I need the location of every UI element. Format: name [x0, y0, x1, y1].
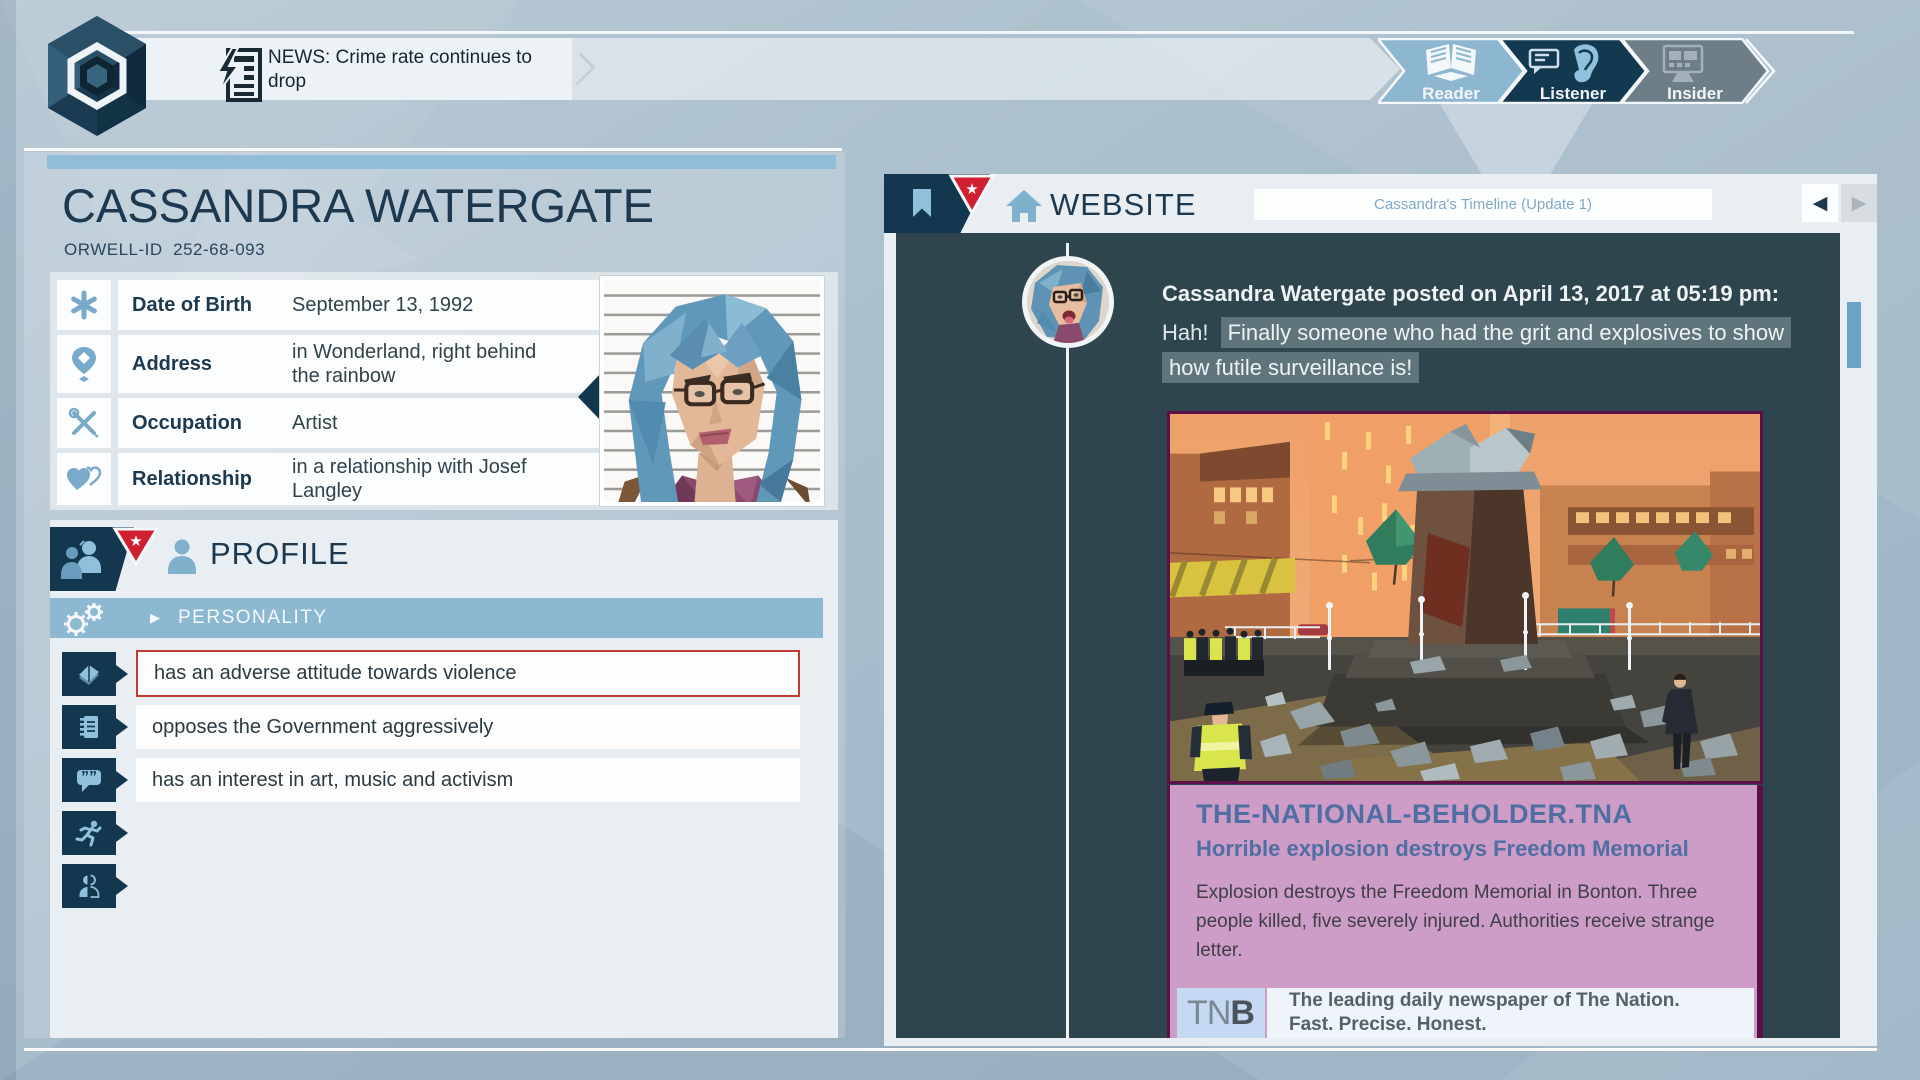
- brand-logo-box: TNB: [1177, 988, 1265, 1038]
- scrollbar-thumb[interactable]: [1847, 302, 1861, 368]
- trait-1-chip[interactable]: has an adverse attitude towards violence: [136, 650, 800, 697]
- svg-text:★: ★: [129, 533, 142, 550]
- gears-icon: [60, 600, 108, 638]
- notebook-icon: [74, 712, 104, 742]
- collapse-arrow-icon: ▶: [150, 610, 160, 626]
- runner-icon: [74, 818, 104, 848]
- brand-logo-bold: B: [1230, 994, 1255, 1033]
- post-highlight-datachunk-2[interactable]: how futile surveillance is!: [1162, 352, 1419, 383]
- book-icon: [74, 659, 104, 689]
- speech-quote-icon: ””: [74, 765, 104, 795]
- relationship-value[interactable]: in a relationship with Josef Langley: [292, 455, 557, 503]
- svg-text:””: ””: [81, 769, 97, 786]
- tab-reader[interactable]: Reader: [1391, 84, 1511, 104]
- top-line: [118, 31, 1854, 34]
- subject-id-label: ORWELL-ID: [64, 240, 163, 259]
- subject-id: ORWELL-ID 252-68-093: [64, 240, 265, 260]
- website-new-badge: ★: [948, 174, 996, 216]
- relationship-row: Relationship in a relationship with Jose…: [118, 453, 646, 505]
- occupation-value[interactable]: Artist: [292, 411, 557, 435]
- address-value[interactable]: in Wonderland, right behind the rainbow: [292, 340, 557, 388]
- trait-slot-runner-tab: [62, 811, 116, 855]
- dob-value[interactable]: September 13, 1992: [292, 293, 582, 317]
- news-ticker-text[interactable]: NEWS: Crime rate continues to drop: [268, 44, 568, 96]
- page-title: Cassandra's Timeline (Update 1): [1374, 196, 1592, 213]
- people-icon: [58, 539, 108, 581]
- tools-icon: [68, 407, 100, 439]
- trait-1-tab: [62, 652, 116, 696]
- svg-text:★: ★: [965, 181, 978, 198]
- trait-3-chip[interactable]: has an interest in art, music and activi…: [136, 758, 800, 802]
- home-icon[interactable]: [1005, 189, 1043, 223]
- identity-split-icon: [74, 871, 104, 901]
- panel-accent-bar: [47, 155, 836, 169]
- card-pointer-icon: [578, 372, 602, 422]
- article-card: THE-NATIONAL-BEHOLDER.TNA Horrible explo…: [1167, 785, 1763, 1038]
- page-title-box[interactable]: Cassandra's Timeline (Update 1): [1254, 189, 1712, 220]
- top-bar: NEWS: Crime rate continues to drop: [0, 0, 1920, 150]
- hearts-icon: [66, 465, 102, 493]
- brand-tagline-box: The leading daily newspaper of The Natio…: [1267, 988, 1754, 1038]
- article-brand-footer: TNB The leading daily newspaper of The N…: [1177, 988, 1757, 1038]
- avatar: [1022, 256, 1114, 348]
- brand-logo-thin: TN: [1187, 994, 1230, 1033]
- profile-new-badge: ★: [112, 527, 160, 567]
- subject-name: CASSANDRA WATERGATE: [62, 178, 654, 233]
- subject-portrait: [600, 276, 824, 506]
- relationship-icon-cell: [57, 453, 111, 505]
- subject-panel: CASSANDRA WATERGATE ORWELL-ID 252-68-093…: [0, 140, 860, 1070]
- brand-tagline-1: The leading daily newspaper of The Natio…: [1289, 989, 1754, 1013]
- dob-icon-cell: [57, 280, 111, 330]
- occupation-label: Occupation: [132, 412, 292, 435]
- subject-id-value: 252-68-093: [173, 240, 265, 259]
- post-photo: [1167, 411, 1763, 784]
- post-author-line: Cassandra Watergate posted on April 13, …: [1162, 281, 1779, 307]
- post-body-prefix: Hah!: [1162, 320, 1208, 345]
- post-highlight-datachunk[interactable]: Finally someone who had the grit and exp…: [1221, 317, 1791, 348]
- website-content: Cassandra Watergate posted on April 13, …: [896, 233, 1840, 1038]
- profile-box: ★ PROFILE ▶ PERSONALITY: [50, 520, 838, 1038]
- news-ticker-extension: [572, 38, 1400, 100]
- website-title: WEBSITE: [1050, 187, 1197, 223]
- back-button[interactable]: ◀: [1802, 184, 1838, 222]
- address-label: Address: [132, 353, 292, 376]
- tab-listener[interactable]: Listener: [1513, 84, 1633, 104]
- article-summary: Explosion destroys the Freedom Memorial …: [1196, 878, 1726, 965]
- dob-label: Date of Birth: [132, 294, 292, 317]
- article-site-link[interactable]: THE-NATIONAL-BEHOLDER.TNA: [1196, 799, 1757, 830]
- timeline-line: [1066, 243, 1069, 1038]
- address-row: Address in Wonderland, right behind the …: [118, 335, 646, 393]
- article-headline[interactable]: Horrible explosion destroys Freedom Memo…: [1196, 836, 1757, 862]
- personality-label: PERSONALITY: [178, 607, 328, 629]
- website-panel: ★ WEBSITE Cassandra's Timeline (Update 1…: [884, 174, 1877, 1046]
- trait-2-chip[interactable]: opposes the Government aggressively: [136, 705, 800, 749]
- location-pin-icon: [70, 346, 98, 382]
- news-flash-icon: [214, 46, 262, 104]
- orwell-screen: NEWS: Crime rate continues to drop: [0, 0, 1920, 1080]
- tab-insider[interactable]: Insider: [1635, 84, 1755, 104]
- personality-bar[interactable]: ▶ PERSONALITY: [50, 598, 823, 638]
- address-icon-cell: [57, 335, 111, 393]
- post-body: Hah! Finally someone who had the grit an…: [1162, 315, 1822, 385]
- bookmark-icon: [912, 188, 932, 218]
- bottom-line: [24, 1048, 1877, 1051]
- person-icon: [166, 539, 198, 575]
- brand-tagline-2: Fast. Precise. Honest.: [1289, 1013, 1754, 1037]
- dob-row: Date of Birth September 13, 1992: [118, 280, 646, 330]
- panel-top-line: [24, 148, 842, 151]
- occupation-icon-cell: [57, 398, 111, 448]
- trait-3-tab: ””: [62, 758, 116, 802]
- website-header: ★ WEBSITE Cassandra's Timeline (Update 1…: [884, 174, 1877, 233]
- trait-slot-identity-tab: [62, 864, 116, 908]
- trait-2-tab: [62, 705, 116, 749]
- forward-button[interactable]: ▶: [1841, 184, 1877, 222]
- relationship-label: Relationship: [132, 468, 292, 491]
- subject-info-card: Date of Birth September 13, 1992 Address…: [50, 272, 838, 510]
- occupation-row: Occupation Artist: [118, 398, 646, 448]
- orwell-logo-icon: [40, 12, 154, 140]
- asterisk-icon: [69, 290, 99, 320]
- profile-title: PROFILE: [210, 536, 350, 572]
